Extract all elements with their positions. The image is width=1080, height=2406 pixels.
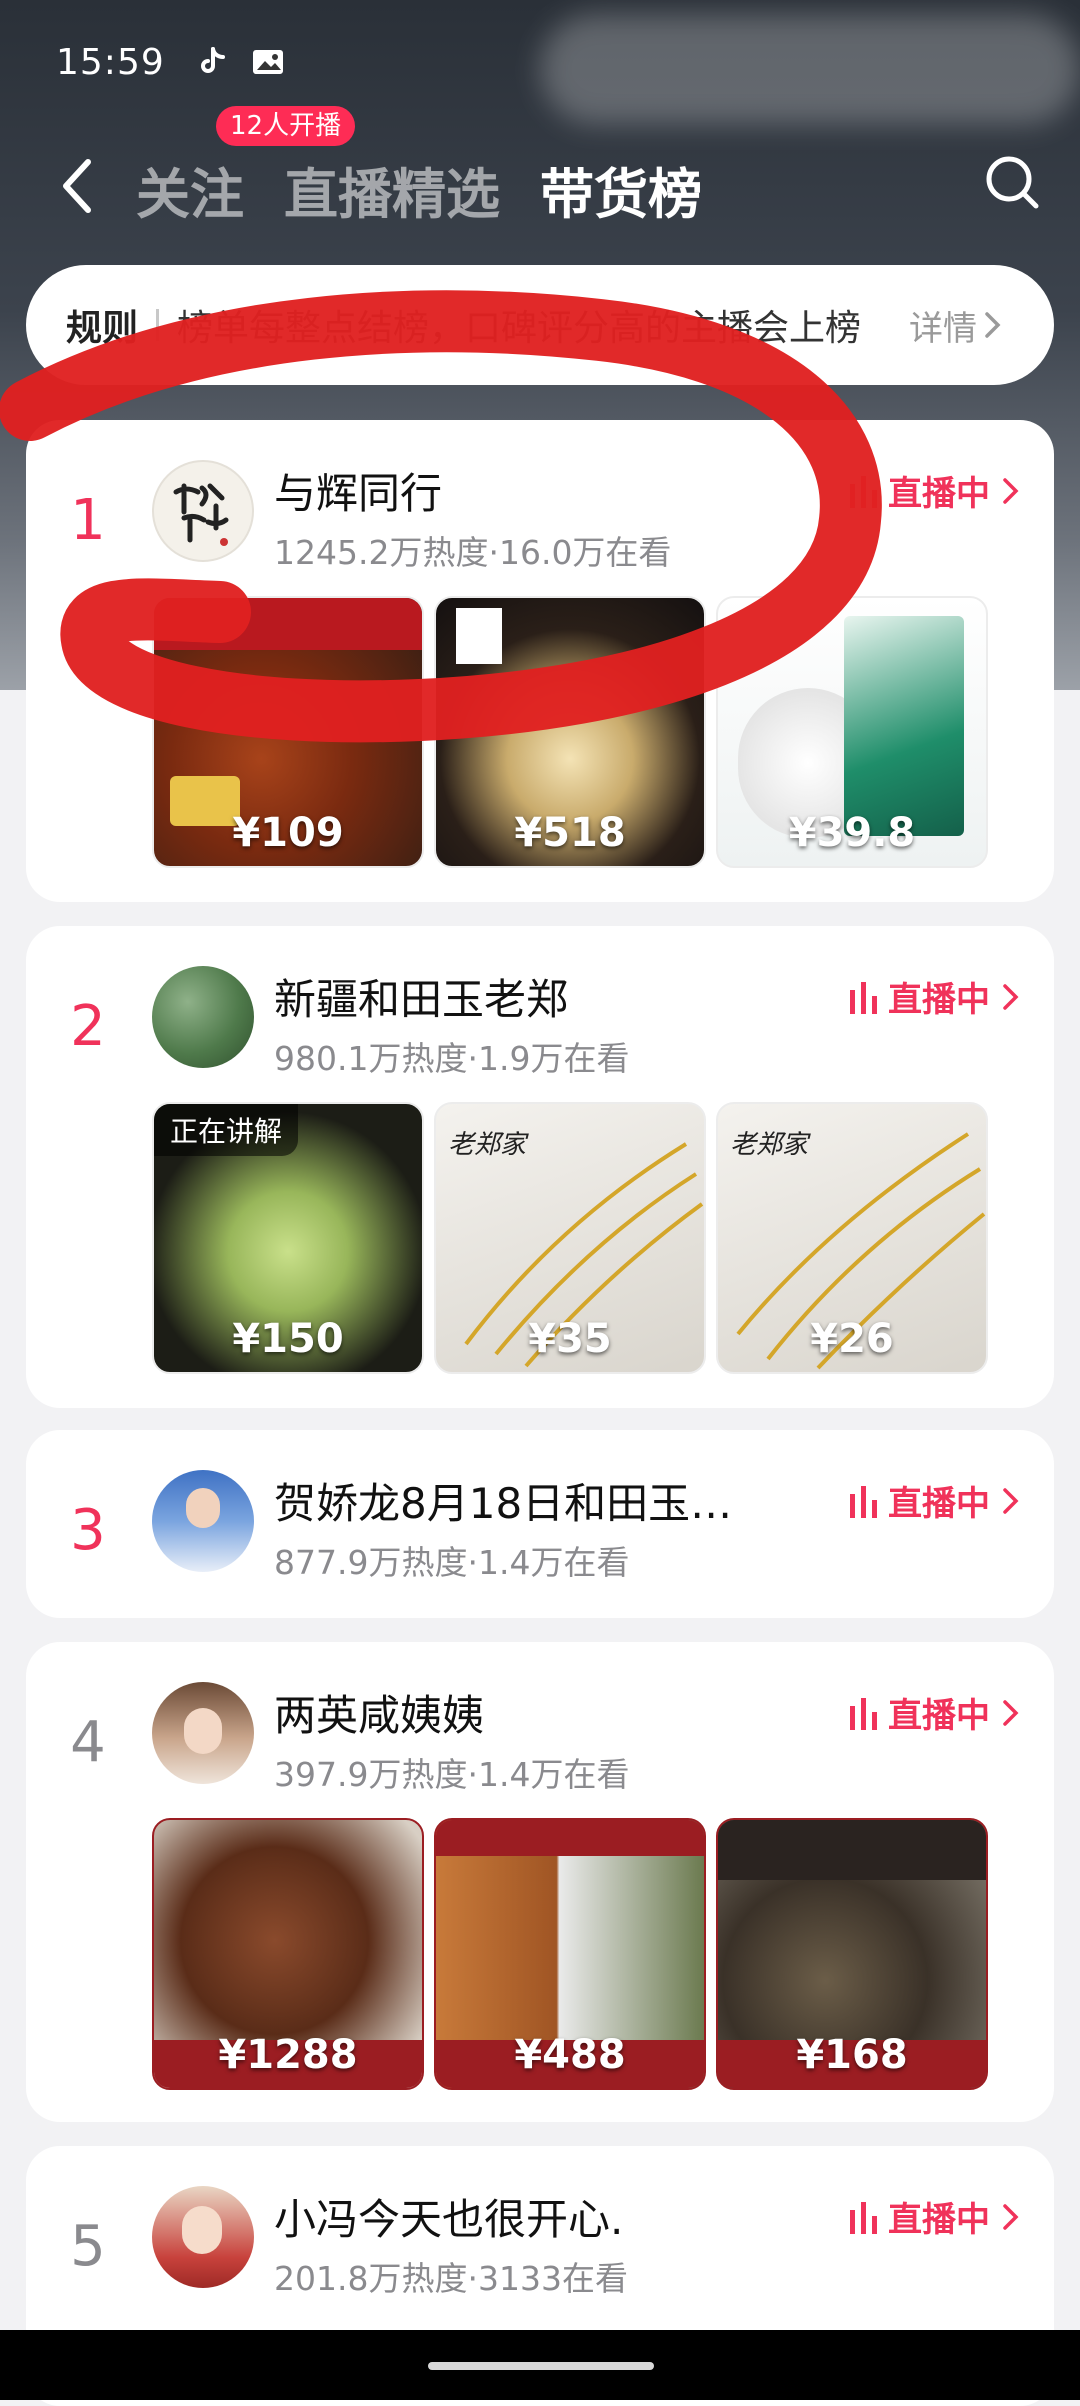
live-now-label: 直播中 xyxy=(888,980,990,1020)
product-row: 正在讲解 ¥150 老郑家 ¥35 老郑家 ¥26 xyxy=(152,1102,988,1374)
streamer-name: 与辉同行 xyxy=(274,469,443,518)
product-price: ¥26 xyxy=(810,1316,894,1362)
system-navigation-bar xyxy=(0,2330,1080,2400)
streamer-stats: 1245.2万热度·16.0万在看 xyxy=(274,533,672,572)
ranking-card-4[interactable]: 4 两英咸姨姨 397.9万热度·1.4万在看 直播中 ¥1288 ¥488 ¥… xyxy=(26,1642,1054,2122)
tab-sales-ranking[interactable]: 带货榜 xyxy=(540,150,702,229)
chevron-right-icon xyxy=(1003,477,1019,504)
product-row: ¥109 ¥518 ¥39.8 xyxy=(152,596,988,868)
avatar[interactable] xyxy=(152,966,254,1068)
product-price: ¥518 xyxy=(514,810,626,856)
product-tile[interactable]: ¥109 xyxy=(152,596,424,868)
avatar-face xyxy=(182,2206,222,2254)
tab-following[interactable]: 关注 xyxy=(136,150,244,229)
live-bars-icon xyxy=(850,981,877,1014)
top-navigation: 关注 直播精选 12人开播 带货榜 xyxy=(0,106,1080,240)
product-row: ¥1288 ¥488 ¥168 xyxy=(152,1818,988,2090)
product-tile[interactable]: 老郑家 ¥35 xyxy=(434,1102,706,1374)
live-bars-icon xyxy=(850,475,877,508)
rank-number: 3 xyxy=(70,1498,106,1563)
live-now-link[interactable]: 直播中 xyxy=(848,1688,1022,1737)
product-tile[interactable]: 正在讲解 ¥150 xyxy=(152,1102,424,1374)
avatar[interactable] xyxy=(152,1682,254,1784)
product-price: ¥150 xyxy=(232,1316,344,1362)
product-banner xyxy=(436,1820,704,1856)
live-now-link[interactable]: 直播中 xyxy=(848,466,1022,515)
rice-bag xyxy=(844,616,964,836)
status-time: 15:59 xyxy=(56,41,165,83)
ranking-card-3[interactable]: 3 贺娇龙8月18日和田玉… 877.9万热度·1.4万在看 直播中 xyxy=(26,1430,1054,1618)
rules-text: 榜单每整点结榜，口碑评分高的主播会上榜 xyxy=(177,308,862,349)
rules-detail-label: 详情 xyxy=(909,308,978,349)
product-tile[interactable]: ¥39.8 xyxy=(716,596,988,868)
live-now-label: 直播中 xyxy=(888,1484,990,1524)
rules-title: 规则 xyxy=(66,308,139,349)
product-price: ¥488 xyxy=(514,2032,626,2078)
rank-number: 5 xyxy=(70,2214,106,2279)
product-tile[interactable]: ¥168 xyxy=(716,1818,988,2090)
live-now-link[interactable]: 直播中 xyxy=(848,2192,1022,2241)
product-banner xyxy=(154,598,422,650)
chevron-right-icon xyxy=(1003,2203,1019,2230)
ranking-card-1[interactable]: 1 与辉同行 1245.2万热度·16.0万在看 直播中 ¥109 ¥518 ¥… xyxy=(26,420,1054,902)
tab-live-picks[interactable]: 直播精选 xyxy=(284,150,500,229)
live-bars-icon xyxy=(850,1485,877,1518)
product-price: ¥39.8 xyxy=(788,810,916,856)
avatar[interactable] xyxy=(152,1470,254,1572)
product-price: ¥109 xyxy=(232,810,344,856)
avatar-face xyxy=(184,1708,222,1754)
streamer-stats: 397.9万热度·1.4万在看 xyxy=(274,1755,630,1794)
calligraphy-logo xyxy=(173,483,229,546)
window-frame xyxy=(718,1820,986,1880)
product-tile[interactable]: ¥518 xyxy=(434,596,706,868)
chevron-right-icon xyxy=(985,312,1001,338)
chevron-right-icon xyxy=(1003,1487,1019,1514)
streamer-name: 贺娇龙8月18日和田玉… xyxy=(274,1479,733,1528)
streamer-stats: 201.8万热度·3133在看 xyxy=(274,2259,628,2298)
rules-bar[interactable]: 规则 榜单每整点结榜，口碑评分高的主播会上榜 详情 xyxy=(26,265,1054,385)
rank-number: 4 xyxy=(70,1710,106,1775)
back-icon[interactable] xyxy=(54,154,102,218)
status-bar: 15:59 xyxy=(56,38,285,86)
ranking-card-2[interactable]: 2 新疆和田玉老郑 980.1万热度·1.9万在看 直播中 正在讲解 ¥150 … xyxy=(26,926,1054,1408)
product-tile[interactable]: ¥1288 xyxy=(152,1818,424,2090)
streamer-stats: 877.9万热度·1.4万在看 xyxy=(274,1543,630,1582)
rules-divider xyxy=(156,309,160,341)
chevron-right-icon xyxy=(1003,1699,1019,1726)
live-now-link[interactable]: 直播中 xyxy=(848,1476,1022,1525)
image-icon xyxy=(252,50,283,74)
avatar-face xyxy=(186,1488,220,1528)
home-indicator[interactable] xyxy=(428,2362,654,2370)
product-tile[interactable]: ¥488 xyxy=(434,1818,706,2090)
product-price: ¥35 xyxy=(528,1316,612,1362)
live-bars-icon xyxy=(850,2201,877,2234)
live-now-link[interactable]: 直播中 xyxy=(848,972,1022,1021)
search-icon[interactable] xyxy=(982,152,1042,212)
rank-number: 2 xyxy=(70,994,106,1059)
product-price: ¥1288 xyxy=(218,2032,358,2078)
product-price: ¥168 xyxy=(796,2032,908,2078)
avatar[interactable] xyxy=(152,460,254,562)
streamer-name: 小冯今天也很开心. xyxy=(274,2195,624,2244)
live-count-badge: 12人开播 xyxy=(216,106,356,146)
avatar[interactable] xyxy=(152,2186,254,2288)
explaining-badge: 正在讲解 xyxy=(154,1104,299,1156)
live-now-label: 直播中 xyxy=(888,1696,990,1736)
product-box xyxy=(456,608,502,664)
streamer-name: 两英咸姨姨 xyxy=(274,1691,485,1740)
chevron-right-icon xyxy=(1003,983,1019,1010)
live-now-label: 直播中 xyxy=(888,2200,990,2240)
streamer-name: 新疆和田玉老郑 xyxy=(274,975,569,1024)
streamer-stats: 980.1万热度·1.9万在看 xyxy=(274,1039,630,1078)
tiktok-icon xyxy=(200,47,225,73)
live-now-label: 直播中 xyxy=(888,474,990,514)
rules-detail-link[interactable]: 详情 xyxy=(909,301,1003,350)
rank-number: 1 xyxy=(70,488,106,553)
live-bars-icon xyxy=(850,1697,877,1730)
blurred-region xyxy=(540,14,1080,124)
product-tile[interactable]: 老郑家 ¥26 xyxy=(716,1102,988,1374)
